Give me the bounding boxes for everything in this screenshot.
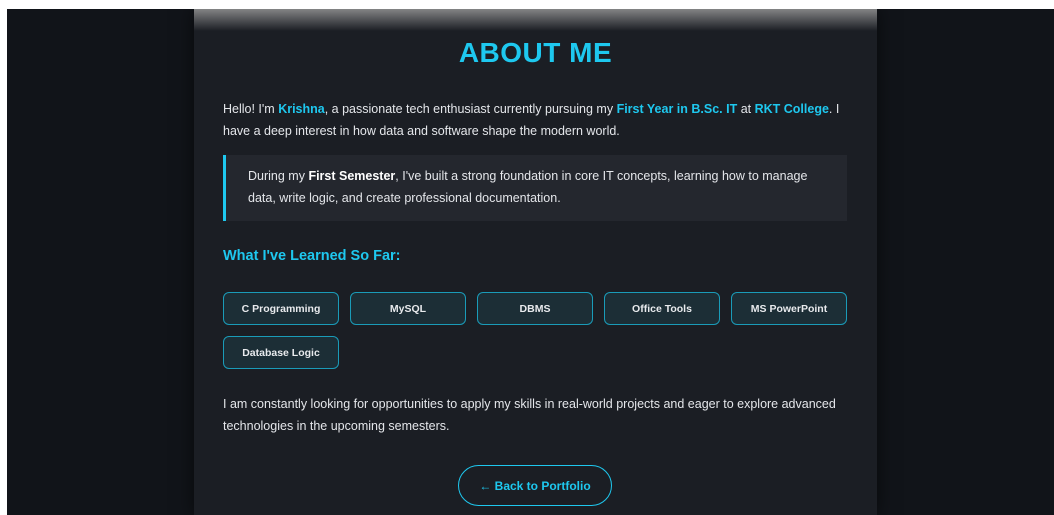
- about-card: ABOUT ME Hello! I'm Krishna, a passionat…: [194, 9, 877, 515]
- intro-text-2: , a passionate tech enthusiast currently…: [324, 102, 617, 116]
- semester-highlight: First Semester: [308, 169, 396, 183]
- skills-heading: What I've Learned So Far:: [223, 248, 401, 264]
- intro-paragraph: Hello! I'm Krishna, a passionate tech en…: [223, 98, 853, 142]
- closing-paragraph: I am constantly looking for opportunitie…: [223, 397, 836, 433]
- intro-text-1: Hello! I'm: [223, 102, 279, 116]
- quote-text-1: During my: [248, 169, 309, 183]
- skill-chip-dbms[interactable]: DBMS: [477, 292, 593, 325]
- skill-chip-office-tools[interactable]: Office Tools: [604, 292, 720, 325]
- skill-chip-database-logic[interactable]: Database Logic: [223, 336, 339, 369]
- page-viewport: ABOUT ME Hello! I'm Krishna, a passionat…: [7, 9, 1054, 515]
- skill-chip-c-programming[interactable]: C Programming: [223, 292, 339, 325]
- year-highlight: First Year in B.Sc. IT: [616, 102, 738, 116]
- back-to-portfolio-button[interactable]: ← Back to Portfolio: [458, 465, 612, 506]
- page-title: ABOUT ME: [458, 37, 613, 68]
- semester-quote: During my First Semester, I've built a s…: [223, 155, 847, 221]
- intro-text-3: at: [737, 102, 755, 116]
- college-highlight: RKT College: [754, 102, 829, 116]
- skill-chip-mysql[interactable]: MySQL: [350, 292, 466, 325]
- skill-chip-ms-powerpoint[interactable]: MS PowerPoint: [731, 292, 847, 325]
- name-highlight: Krishna: [278, 102, 325, 116]
